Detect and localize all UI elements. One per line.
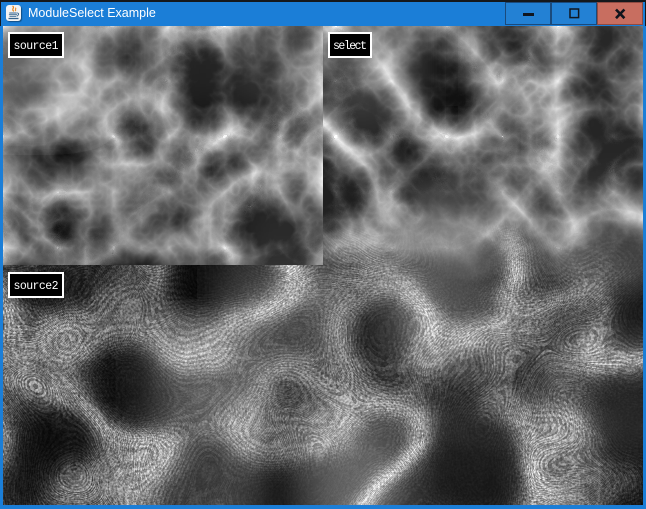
svg-text:select: select <box>333 40 367 53</box>
svg-text:source2: source2 <box>14 280 59 293</box>
svg-text:source1: source1 <box>14 40 59 53</box>
